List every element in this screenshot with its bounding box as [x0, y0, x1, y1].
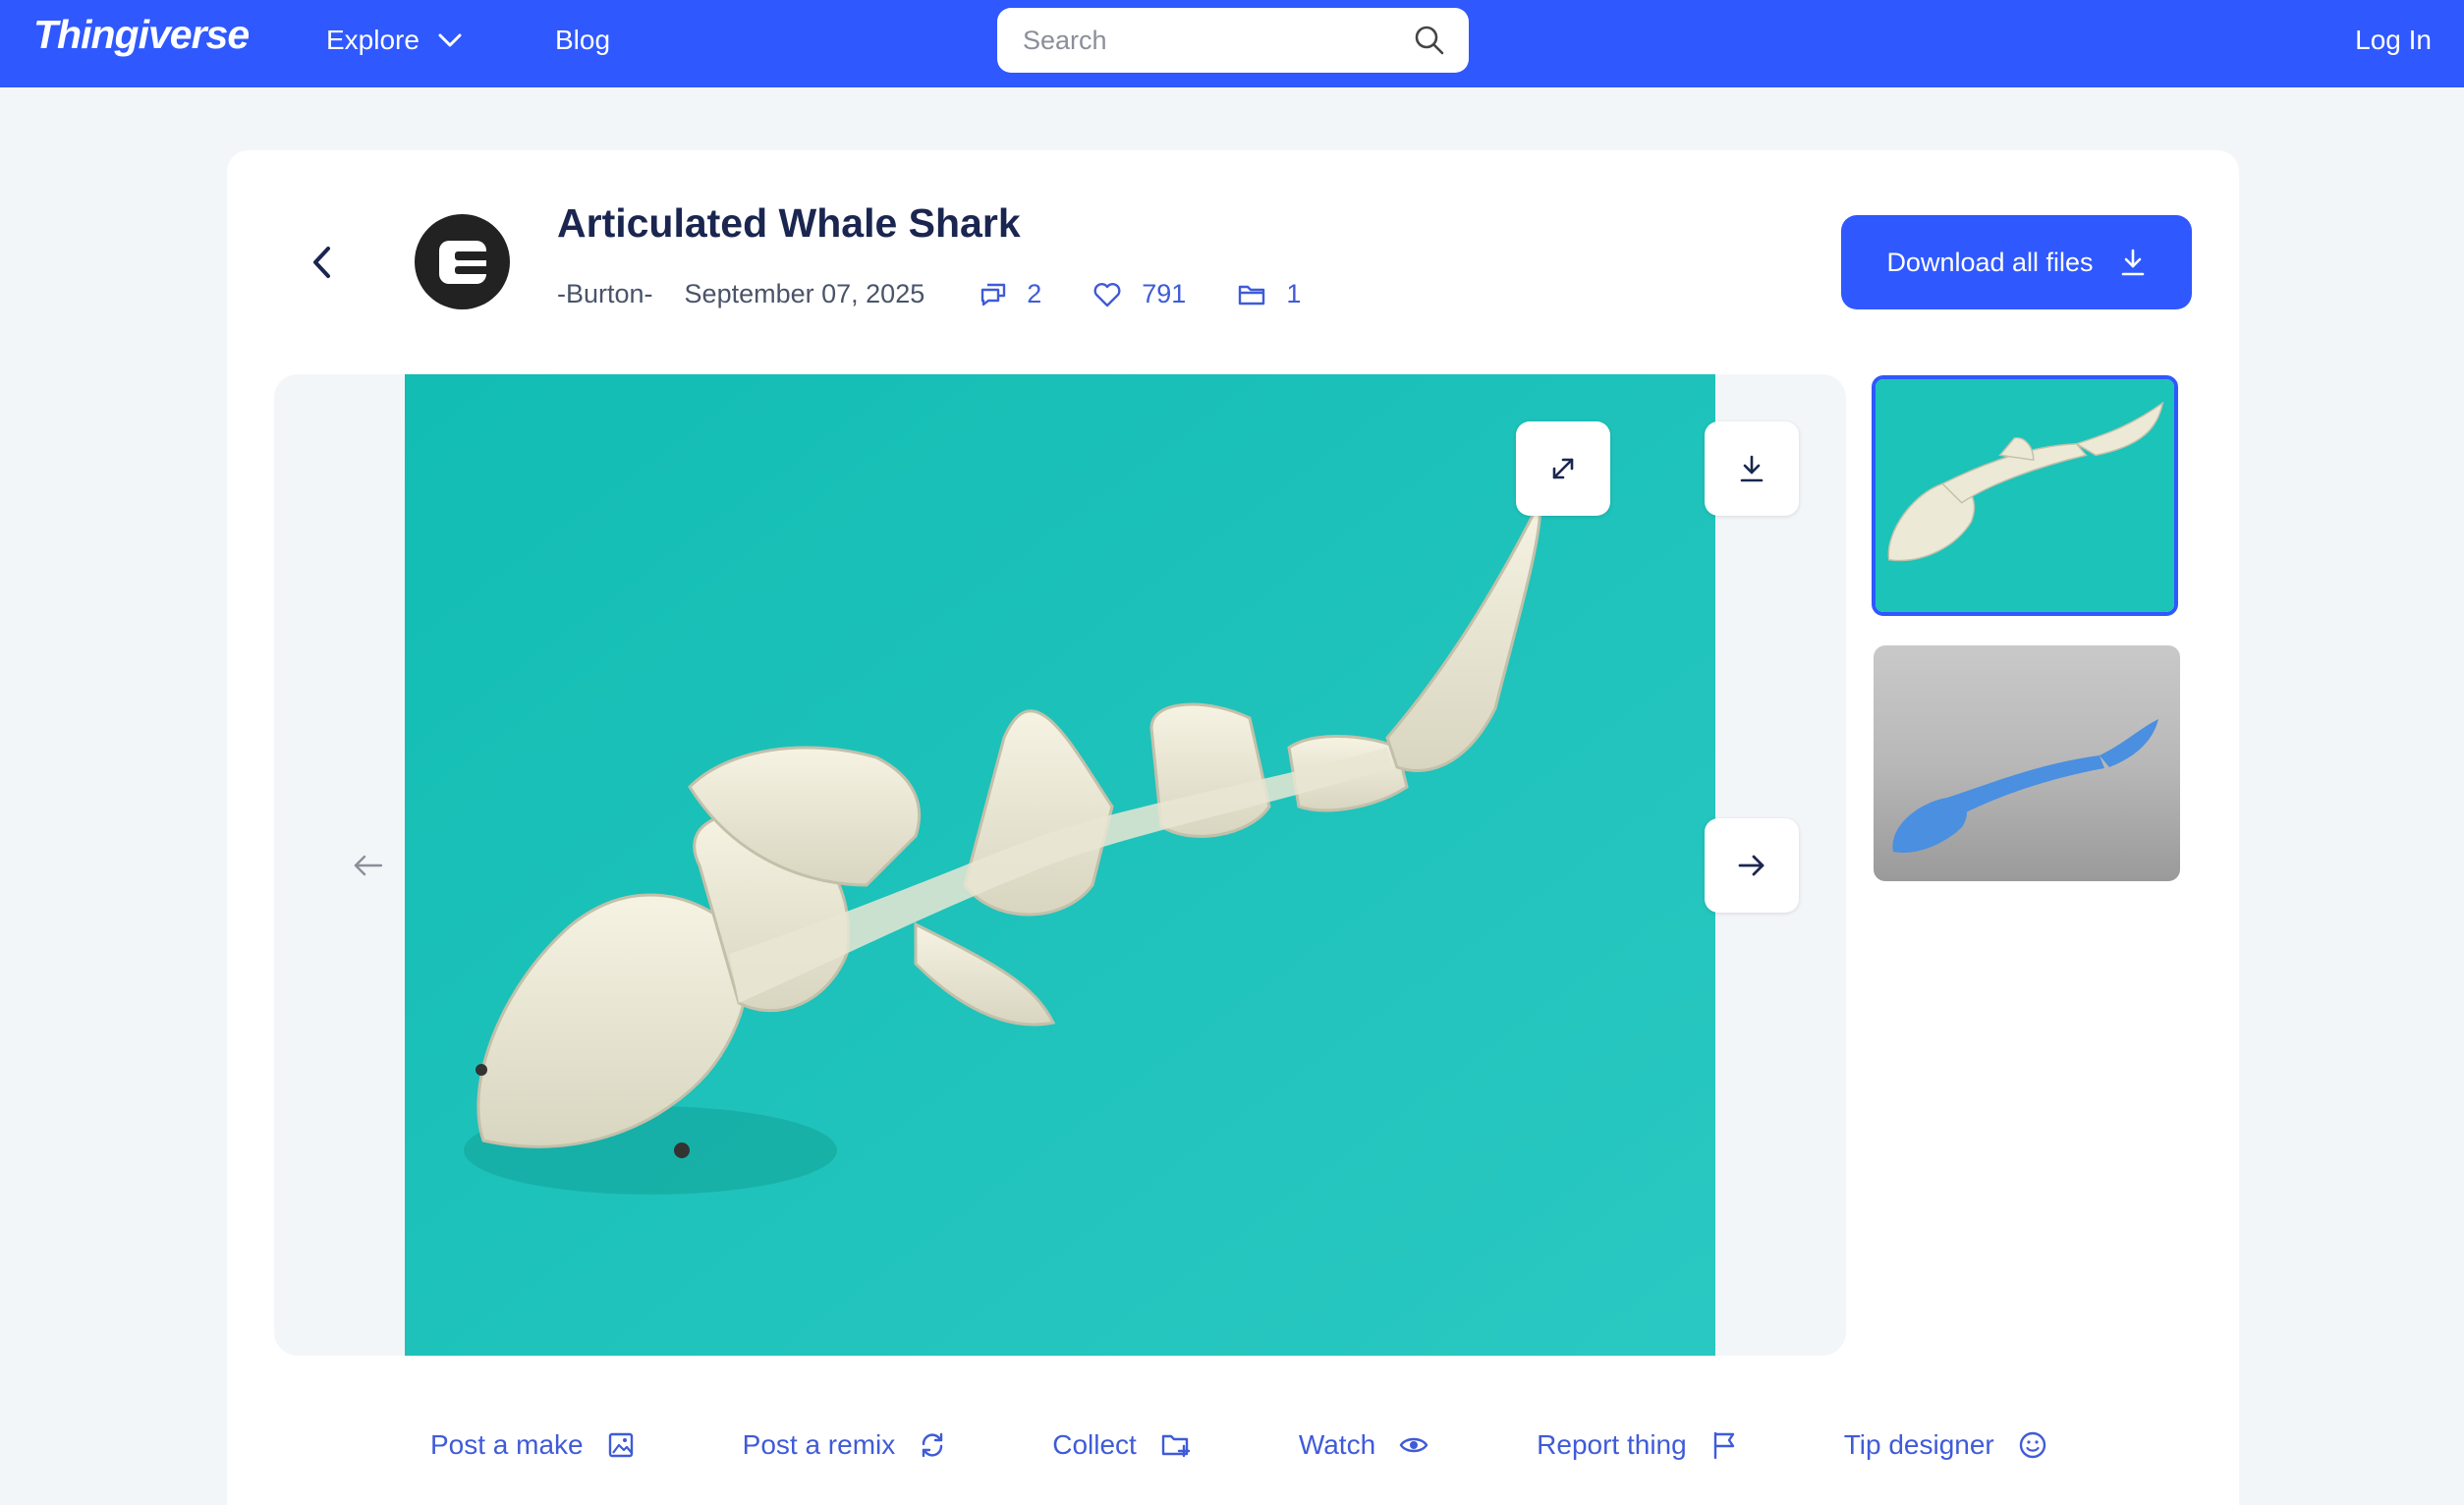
- download-all-label: Download all files: [1886, 247, 2094, 277]
- thumbnail-1-selected[interactable]: [1872, 375, 2178, 616]
- chevron-down-icon: [438, 33, 462, 47]
- back-arrow-icon[interactable]: [305, 241, 340, 284]
- eye-icon: [1399, 1437, 1428, 1453]
- tip-designer-button[interactable]: Tip designer: [1844, 1429, 2047, 1461]
- top-nav: Thingiverse Explore Blog Log In: [0, 0, 2464, 87]
- collect-label: Collect: [1052, 1429, 1137, 1460]
- search-box[interactable]: [997, 8, 1469, 73]
- thingiverse-logo[interactable]: Thingiverse: [33, 12, 250, 58]
- flag-icon: [1713, 1431, 1734, 1460]
- download-image-button[interactable]: [1705, 421, 1799, 516]
- search-icon[interactable]: [1414, 25, 1445, 56]
- thing-meta: -Burton- September 07, 2025 2 791 1: [557, 279, 1352, 309]
- thing-actions: Post a make Post a remix Collect Watch R…: [430, 1429, 2047, 1461]
- next-image-button[interactable]: [1705, 818, 1799, 913]
- tip-designer-label: Tip designer: [1843, 1429, 1994, 1460]
- watch-label: Watch: [1298, 1429, 1376, 1460]
- post-a-remix-label: Post a remix: [742, 1429, 896, 1460]
- collect-button[interactable]: Collect: [1052, 1429, 1192, 1461]
- search-input[interactable]: [1023, 20, 1396, 61]
- likes-stat[interactable]: 791: [1092, 279, 1186, 309]
- expand-image-button[interactable]: [1516, 421, 1610, 516]
- post-a-remix-button[interactable]: Post a remix: [743, 1429, 947, 1461]
- download-all-button[interactable]: Download all files: [1841, 215, 2192, 309]
- report-thing-label: Report thing: [1537, 1429, 1687, 1460]
- previous-image-arrow-icon[interactable]: [351, 848, 386, 883]
- arrow-right-icon: [1738, 855, 1764, 876]
- likes-count: 791: [1142, 279, 1187, 308]
- designer-logo-icon: [438, 240, 486, 284]
- image-icon: [608, 1432, 633, 1458]
- publish-date: September 07, 2025: [684, 279, 925, 308]
- expand-icon: [1552, 458, 1574, 479]
- download-icon: [1740, 455, 1764, 482]
- comments-icon: [981, 283, 1006, 306]
- explore-menu[interactable]: Explore: [326, 25, 463, 56]
- login-link[interactable]: Log In: [2355, 25, 2432, 56]
- designer-avatar[interactable]: [415, 214, 510, 309]
- thing-title: Articulated Whale Shark: [557, 200, 1021, 246]
- folder-icon: [1239, 285, 1265, 305]
- comments-stat[interactable]: 2: [980, 279, 1041, 309]
- author-link[interactable]: -Burton-: [557, 279, 653, 309]
- watch-button[interactable]: Watch: [1299, 1429, 1428, 1461]
- main-thing-image[interactable]: [405, 374, 1715, 1356]
- post-a-make-label: Post a make: [430, 1429, 584, 1460]
- post-a-make-button[interactable]: Post a make: [430, 1429, 635, 1461]
- folder-plus-icon: [1161, 1434, 1191, 1458]
- blog-link[interactable]: Blog: [555, 25, 610, 56]
- collections-stat[interactable]: 1: [1237, 279, 1301, 309]
- refresh-icon: [923, 1432, 943, 1458]
- thumbnail-2[interactable]: [1874, 645, 2180, 881]
- heart-icon: [1093, 282, 1121, 307]
- collections-count: 1: [1286, 279, 1302, 308]
- report-thing-button[interactable]: Report thing: [1537, 1429, 1738, 1461]
- download-icon: [2121, 249, 2144, 276]
- smile-icon: [2019, 1431, 2045, 1459]
- explore-label: Explore: [326, 25, 420, 55]
- comments-count: 2: [1027, 279, 1042, 308]
